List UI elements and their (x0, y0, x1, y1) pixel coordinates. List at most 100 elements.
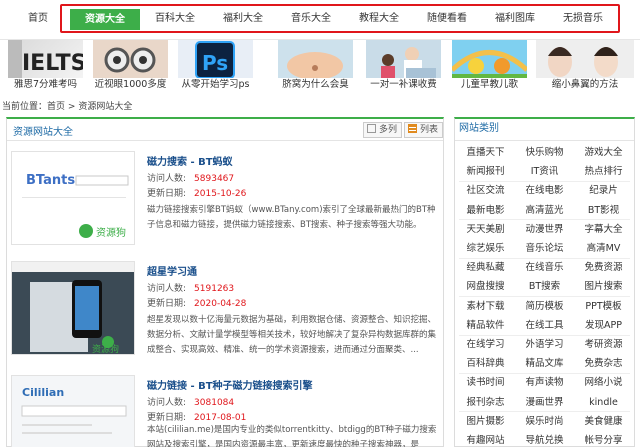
category-link[interactable]: 有趣网站 (456, 431, 515, 447)
nav-item-welfare[interactable]: 福利大全 (213, 11, 273, 27)
breadcrumb-home[interactable]: 首页 (47, 102, 65, 112)
category-link[interactable]: 考研资源 (574, 335, 633, 354)
entry-title-link[interactable]: 磁力搜索 - BT蚂蚁 (147, 153, 233, 168)
category-link[interactable]: 在线电影 (515, 181, 574, 200)
updated-value: 2017-08-01 (194, 413, 247, 423)
category-link[interactable]: 纪录片 (574, 181, 633, 200)
grid-view-button[interactable]: 多列 (363, 122, 403, 138)
panel-title: 资源网站大全 (13, 127, 73, 138)
list-icon (408, 124, 417, 133)
category-link[interactable]: 导航兑换 (515, 431, 574, 447)
grid-icon (367, 124, 376, 133)
category-link[interactable]: 在线学习 (456, 335, 515, 354)
category-link[interactable]: 经典私藏 (456, 258, 515, 277)
category-link[interactable]: 百科辞典 (456, 354, 515, 373)
thumb-caption: 儿童早教儿歌 (452, 78, 527, 92)
category-link[interactable]: 素材下载 (456, 297, 515, 316)
btants-logo: BTants (26, 173, 75, 188)
updated-label: 更新日期: (147, 189, 187, 199)
site-screenshot[interactable]: BTants 资源狗 (11, 151, 135, 245)
cililian-logo: Cililian (22, 386, 64, 399)
nav-item-encyclopedia[interactable]: 百科大全 (145, 11, 205, 27)
featured-thumb[interactable]: IELTS 雅思7分难考吗 (8, 40, 83, 92)
category-link[interactable]: 最新电影 (456, 201, 515, 220)
featured-thumb[interactable]: 儿童早教儿歌 (452, 40, 527, 92)
list-view-button[interactable]: 列表 (404, 122, 443, 138)
category-link[interactable]: PPT模板 (574, 297, 633, 316)
breadcrumb: 当前位置：首页 > 资源网站大全 (2, 100, 132, 114)
category-link[interactable]: 免费杂志 (574, 354, 633, 373)
visits-label: 访问人数: (147, 284, 187, 294)
category-link[interactable]: 有声读物 (515, 373, 574, 392)
breadcrumb-current[interactable]: 资源网站大全 (78, 102, 132, 112)
category-link[interactable]: 外语学习 (515, 335, 574, 354)
featured-thumb[interactable]: 脐窝为什么会臭 (278, 40, 353, 92)
category-link[interactable]: 报刊杂志 (456, 393, 515, 412)
category-link[interactable]: 免费资源 (574, 258, 633, 277)
category-link[interactable]: 帐号分享 (574, 431, 633, 447)
category-link[interactable]: 网络小说 (574, 373, 633, 392)
category-link[interactable]: 图片摄影 (456, 412, 515, 431)
category-link[interactable]: BT搜索 (515, 277, 574, 296)
visits-label: 访问人数: (147, 398, 187, 408)
category-link[interactable]: 高清蓝光 (515, 201, 574, 220)
category-link[interactable]: 快乐购物 (515, 143, 574, 162)
thumb-caption: 雅思7分难考吗 (8, 78, 83, 92)
featured-thumb[interactable]: 缩小鼻翼的方法 (536, 40, 634, 92)
nav-item-tutorials[interactable]: 教程大全 (349, 11, 409, 27)
entry-title-link[interactable]: 超星学习通 (147, 263, 197, 278)
featured-thumb[interactable]: 一对一补课收费 (366, 40, 441, 92)
visits-value: 5893467 (194, 174, 235, 184)
category-link[interactable]: 在线工具 (515, 316, 574, 335)
category-link[interactable]: 字幕大全 (574, 220, 633, 239)
watermark: 资源狗 (92, 343, 119, 355)
category-link[interactable]: 美食健康 (574, 412, 633, 431)
thumb-image: Ps (178, 40, 253, 80)
watermark: 资源狗 (96, 226, 126, 239)
category-link[interactable]: 动漫世界 (515, 220, 574, 239)
category-link[interactable]: 直播天下 (456, 143, 515, 162)
updated-label: 更新日期: (147, 413, 187, 423)
nav-item-lossless-music[interactable]: 无损音乐 (553, 11, 613, 27)
category-link[interactable]: 热点排行 (574, 162, 633, 181)
nav-item-resources[interactable]: 资源大全 (70, 9, 140, 30)
entry-title-link[interactable]: 磁力链接 - BT种子磁力链接搜索引擎 (147, 377, 313, 392)
updated-row: 更新日期: 2015-10-26 (147, 186, 246, 199)
updated-row: 更新日期: 2020-04-28 (147, 296, 246, 309)
category-link[interactable]: 社区交流 (456, 181, 515, 200)
category-link[interactable]: 娱乐时尚 (515, 412, 574, 431)
nav-item-random[interactable]: 随便看看 (417, 11, 477, 27)
category-link[interactable]: 网盘搜搜 (456, 277, 515, 296)
category-link[interactable]: 新闻报刊 (456, 162, 515, 181)
site-screenshot[interactable]: Cililian (11, 375, 135, 447)
category-link[interactable]: 游戏大全 (574, 143, 633, 162)
category-link[interactable]: IT资讯 (515, 162, 574, 181)
category-link[interactable]: 发现APP (574, 316, 633, 335)
nav-item-music[interactable]: 音乐大全 (281, 11, 341, 27)
featured-thumb[interactable]: 近视眼1000多度 (93, 40, 168, 92)
resource-list-panel: 资源网站大全 多列 列表 BTants 资源狗 磁力搜索 - BT蚂蚁 访问人数… (6, 117, 444, 447)
category-link[interactable]: BT影视 (574, 201, 633, 220)
category-link[interactable]: 简历模板 (515, 297, 574, 316)
featured-strip: IELTS 雅思7分难考吗 近视眼1000多度 Ps 从零开始学习ps 脐窝为什… (0, 40, 640, 94)
category-link[interactable]: 精品软件 (456, 316, 515, 335)
updated-row: 更新日期: 2017-08-01 (147, 410, 246, 423)
thumb-image (536, 40, 634, 80)
top-navigation: 首页 资源大全 百科大全 福利大全 音乐大全 教程大全 随便看看 福利图库 无损… (0, 0, 640, 40)
category-link[interactable]: 精品文库 (515, 354, 574, 373)
category-link[interactable]: kindle (574, 393, 633, 412)
category-link[interactable]: 图片搜索 (574, 277, 633, 296)
category-link[interactable]: 天天美剧 (456, 220, 515, 239)
category-link[interactable]: 高清MV (574, 239, 633, 258)
nav-home[interactable]: 首页 (18, 11, 58, 27)
breadcrumb-prefix: 当前位置： (2, 102, 48, 112)
nav-item-gallery[interactable]: 福利图库 (485, 11, 545, 27)
category-link[interactable]: 综艺娱乐 (456, 239, 515, 258)
featured-thumb[interactable]: Ps 从零开始学习ps (178, 40, 253, 92)
thumb-caption: 近视眼1000多度 (93, 78, 168, 92)
category-link[interactable]: 漫画世界 (515, 393, 574, 412)
category-link[interactable]: 在线音乐 (515, 258, 574, 277)
category-link[interactable]: 音乐论坛 (515, 239, 574, 258)
category-link[interactable]: 读书时间 (456, 373, 515, 392)
site-screenshot[interactable]: 资源狗 (11, 261, 135, 355)
